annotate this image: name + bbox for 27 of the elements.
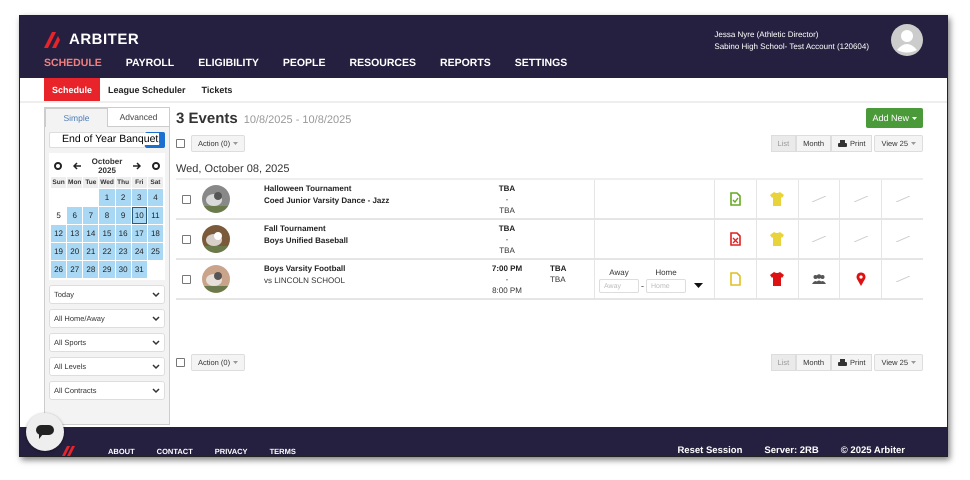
- user-name: Jessa Nyre (Athletic Director): [714, 30, 820, 38]
- date-heading: Wed, October 08, 2025: [176, 163, 291, 175]
- dash-text: -: [506, 235, 508, 244]
- start-time: 7:00 PM: [492, 264, 522, 273]
- event-subtitle: vs LINCOLN SCHOOL: [264, 276, 345, 285]
- dash-text: -: [506, 195, 508, 204]
- footer-text: Server: 2RB: [764, 445, 819, 456]
- start-time: TBA: [498, 184, 516, 193]
- location-text: TBA: [550, 275, 566, 284]
- end-time: TBA: [499, 206, 515, 215]
- start-time: TBA: [498, 224, 516, 233]
- score-label: Home: [655, 268, 677, 277]
- tooltip: End of Year Banquet: [61, 133, 160, 145]
- event-subtitle: Coed Junior Varsity Dance - Jazz: [264, 196, 390, 205]
- event-count: 3 Events: [176, 110, 238, 126]
- date-range: 10/8/2025 - 10/8/2025: [244, 114, 352, 126]
- end-time: 8:00 PM: [492, 286, 522, 295]
- event-subtitle: Boys Unified Baseball: [264, 236, 348, 245]
- dash-text: -: [506, 275, 508, 284]
- score-label: Away: [609, 268, 629, 277]
- location-text: TBA: [550, 264, 566, 273]
- month-label: October: [92, 157, 122, 166]
- footer-text: © 2025 Arbiter: [840, 445, 905, 456]
- end-time: TBA: [499, 246, 515, 255]
- dash-text: -: [641, 281, 644, 291]
- year-label: 2025: [98, 166, 116, 175]
- logo-text: ARBITER: [69, 31, 140, 48]
